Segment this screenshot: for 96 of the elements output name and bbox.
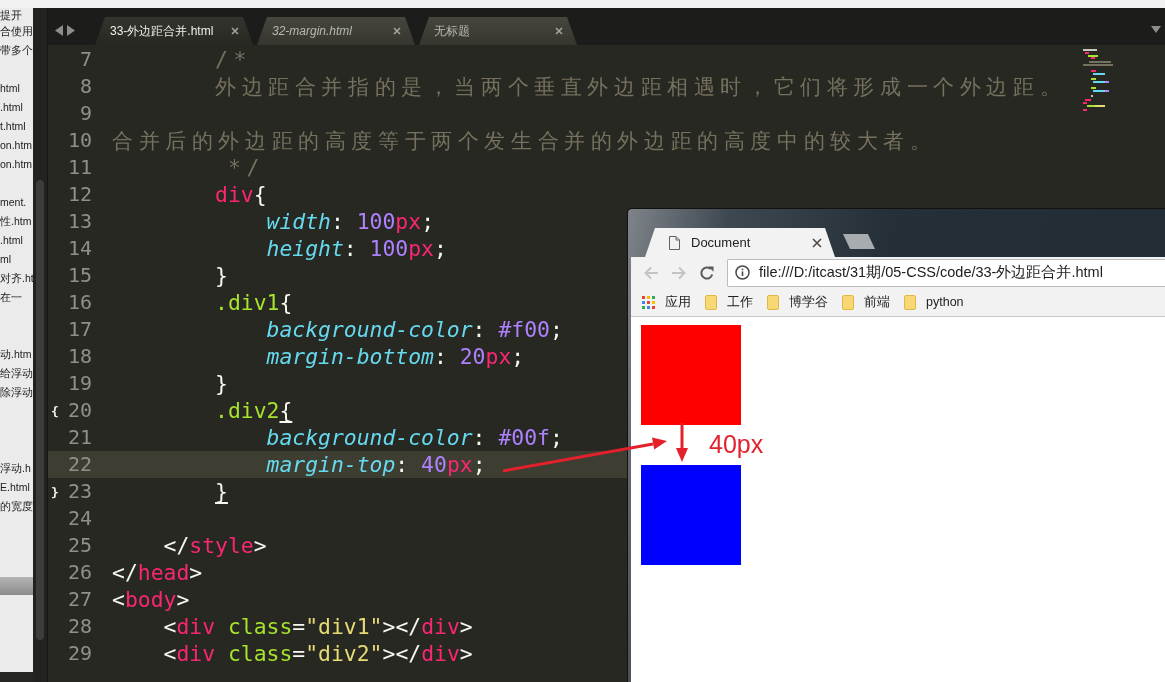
sidebar-item[interactable]: 给浮动 bbox=[0, 364, 33, 383]
line-number: 20 bbox=[66, 397, 92, 424]
sidebar-item[interactable]: 带多个 bbox=[0, 41, 33, 60]
code-line: } bbox=[215, 370, 228, 397]
sidebar-item[interactable]: 性.htm bbox=[0, 212, 33, 231]
line-number: 14 bbox=[66, 235, 92, 262]
code-line: margin-bottom: 20px; bbox=[266, 343, 525, 370]
line-number: 28 bbox=[66, 613, 92, 640]
line-number: 13 bbox=[66, 208, 92, 235]
sidebar-item[interactable]: 的宽度 bbox=[0, 497, 33, 516]
bookmark[interactable]: 应用 bbox=[642, 293, 691, 311]
line-number: 24 bbox=[66, 505, 92, 532]
page-icon bbox=[669, 235, 680, 250]
sidebar-item[interactable]: 对齐.ht bbox=[0, 269, 33, 288]
close-icon[interactable] bbox=[231, 27, 239, 35]
sidebar-item[interactable]: 在一 bbox=[0, 288, 33, 307]
code-line: <div class="div1"></div> bbox=[163, 613, 473, 640]
folder-icon bbox=[767, 294, 779, 310]
code-line: .div2{ bbox=[215, 397, 293, 424]
annotation-arrow bbox=[676, 423, 688, 462]
line-number: 12 bbox=[66, 181, 92, 208]
panel-header-bar bbox=[0, 577, 33, 595]
line-number: 19 bbox=[66, 370, 92, 397]
dropdown-triangle-icon[interactable] bbox=[1151, 26, 1161, 33]
folder-icon bbox=[904, 294, 916, 310]
sidebar-item[interactable]: on.htm bbox=[0, 155, 33, 174]
right-triangle-icon[interactable] bbox=[67, 24, 75, 36]
sidebar-item[interactable]: 提开 bbox=[0, 8, 33, 22]
apps-grid-icon bbox=[642, 295, 655, 309]
code-line: } bbox=[215, 262, 228, 289]
sidebar-item[interactable]: 合使用 bbox=[0, 22, 33, 41]
sidebar-item[interactable]: ml bbox=[0, 250, 33, 269]
sidebar-item[interactable]: .html bbox=[0, 98, 33, 117]
bookmark[interactable]: 博学谷 bbox=[767, 293, 828, 311]
line-number: 9 bbox=[78, 100, 92, 127]
address-field[interactable]: file:///D:/itcast/31期/05-CSS/code/33-外边距合并.html bbox=[727, 258, 1165, 287]
editor-tab[interactable]: 33-外边距合并.html bbox=[95, 17, 253, 45]
code-line: .div1{ bbox=[215, 289, 293, 316]
sidebar-item[interactable]: .html bbox=[0, 231, 33, 250]
line-number: 21 bbox=[66, 424, 92, 451]
line-number: 18 bbox=[66, 343, 92, 370]
code-line: /* bbox=[215, 46, 252, 73]
code-line: width: 100px; bbox=[266, 208, 434, 235]
sidebar-item[interactable]: ment. bbox=[0, 193, 33, 212]
annotation-label: 40px bbox=[709, 429, 764, 459]
code-line: */ bbox=[227, 154, 265, 181]
scrollbar-thumb[interactable] bbox=[36, 180, 44, 640]
code-line: } bbox=[215, 478, 228, 505]
code-line: height: 100px; bbox=[266, 235, 447, 262]
code-line: </style> bbox=[163, 532, 267, 559]
code-line: margin-top: 40px; bbox=[266, 451, 486, 478]
line-number: 17 bbox=[66, 316, 92, 343]
line-number: 29 bbox=[66, 640, 92, 667]
folder-icon bbox=[705, 294, 717, 310]
info-icon[interactable] bbox=[735, 265, 750, 280]
line-number: 7 bbox=[78, 46, 92, 73]
sidebar-item[interactable]: 浮动.h bbox=[0, 459, 33, 478]
close-icon[interactable] bbox=[812, 237, 822, 248]
close-icon[interactable] bbox=[393, 27, 401, 35]
code-line: <div class="div2"></div> bbox=[163, 640, 473, 667]
line-number: 16 bbox=[66, 289, 92, 316]
line-number: 15 bbox=[66, 262, 92, 289]
sidebar-item[interactable]: 动.htm bbox=[0, 345, 33, 364]
code-line: </head> bbox=[112, 559, 203, 586]
new-tab-button[interactable] bbox=[843, 234, 875, 249]
left-triangle-icon[interactable] bbox=[55, 24, 63, 36]
fold-marker[interactable]: { bbox=[51, 403, 59, 419]
code-line: div{ bbox=[215, 181, 267, 208]
editor-tab[interactable]: 无标题 bbox=[419, 17, 577, 45]
sidebar-item[interactable]: html bbox=[0, 79, 33, 98]
editor-tab[interactable]: 32-margin.html bbox=[257, 17, 415, 45]
line-number: 11 bbox=[66, 154, 92, 181]
code-line: 合并后的外边距的高度等于两个发生合并的外边距的高度中的较大者。 bbox=[112, 127, 937, 154]
code-line: background-color: #00f; bbox=[266, 424, 563, 451]
close-icon[interactable] bbox=[555, 27, 563, 35]
folder-icon bbox=[842, 294, 854, 310]
line-number: 27 bbox=[66, 586, 92, 613]
browser-tab[interactable]: Document bbox=[645, 228, 835, 257]
line-number: 8 bbox=[78, 73, 92, 100]
line-number: 25 bbox=[66, 532, 92, 559]
sidebar-item[interactable]: t.html bbox=[0, 117, 33, 136]
bookmark[interactable]: python bbox=[904, 294, 964, 310]
code-line: background-color: #f00; bbox=[266, 316, 563, 343]
line-number: 26 bbox=[66, 559, 92, 586]
sidebar-item[interactable]: on.htm bbox=[0, 136, 33, 155]
sidebar-item[interactable]: 除浮动 bbox=[0, 383, 33, 402]
sidebar-item[interactable]: E.html bbox=[0, 478, 33, 497]
reload-icon[interactable] bbox=[699, 264, 715, 281]
bookmark[interactable]: 工作 bbox=[705, 293, 753, 311]
line-number: 22 bbox=[66, 451, 92, 478]
code-line: <body> bbox=[112, 586, 190, 613]
line-number: 23 bbox=[66, 478, 92, 505]
fold-marker[interactable]: } bbox=[51, 484, 59, 500]
bookmark[interactable]: 前端 bbox=[842, 293, 890, 311]
line-number: 10 bbox=[66, 127, 92, 154]
code-line: 外边距合并指的是，当两个垂直外边距相遇时，它们将形成一个外边距。 bbox=[215, 73, 1067, 100]
